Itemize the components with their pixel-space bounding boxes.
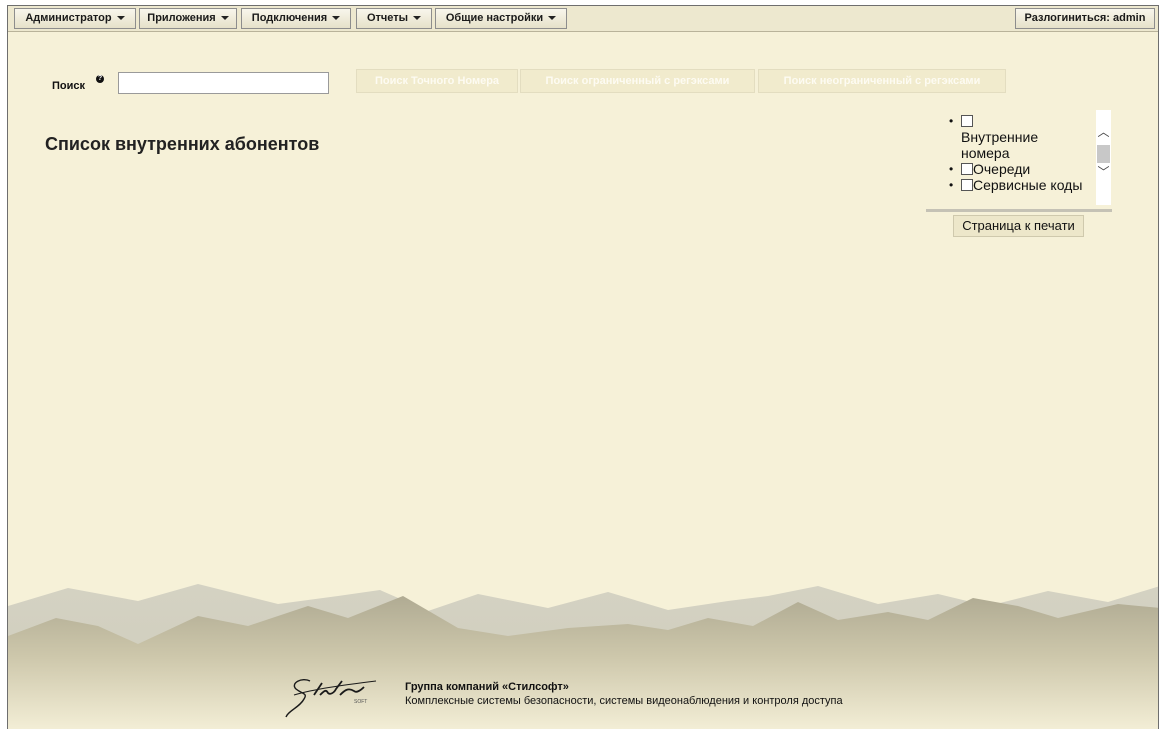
chevron-up-icon[interactable]: ︿: [1096, 124, 1111, 140]
menu-item-label: Общие настройки: [445, 12, 544, 24]
footer-tagline: Комплексные системы безопасности, систем…: [405, 695, 843, 707]
bullet-icon: •: [949, 162, 954, 176]
filter-box: • Внутренние номера • Очереди • Сервисны…: [928, 110, 1111, 211]
filter-list: • Внутренние номера • Очереди • Сервисны…: [928, 110, 1096, 205]
caret-down-icon: [413, 16, 422, 21]
bullet-icon: •: [949, 114, 954, 128]
menu-item-reports[interactable]: Отчеты: [356, 8, 432, 29]
menu-item-label: Отчеты: [366, 12, 409, 24]
filter-label-queues: Очереди: [973, 161, 1031, 177]
filter-label-extensions: Внутренние номера: [961, 129, 1039, 161]
caret-down-icon: [332, 16, 341, 21]
menu-item-label: Администратор: [25, 12, 112, 24]
caret-down-icon: [548, 16, 557, 21]
filter-item-extensions: • Внутренние номера: [928, 113, 1096, 161]
exact-number-search-button[interactable]: Поиск Точного Номера: [356, 69, 518, 93]
bullet-icon: •: [949, 178, 954, 192]
page-frame: Администратор Приложения Подключения Отч…: [7, 5, 1159, 729]
search-input[interactable]: [118, 72, 329, 94]
menu-item-applications[interactable]: Приложения: [139, 8, 237, 29]
logout-label: Разлогиниться: admin: [1024, 12, 1146, 24]
logout-button[interactable]: Разлогиниться: admin: [1015, 8, 1155, 29]
logo-sub-text: SOFT: [354, 699, 367, 705]
filter-item-service-codes: • Сервисные коды: [928, 177, 1096, 193]
footer-company-name: Группа компаний «Стилсофт»: [405, 681, 569, 693]
checkbox-extensions[interactable]: [961, 115, 973, 127]
caret-down-icon: [116, 16, 125, 21]
menu-item-label: Приложения: [147, 12, 216, 24]
menu-item-general-settings[interactable]: Общие настройки: [435, 8, 567, 29]
help-icon[interactable]: ?: [96, 75, 104, 83]
top-menu-bar: Администратор Приложения Подключения Отч…: [8, 6, 1158, 32]
menu-item-label: Подключения: [251, 12, 328, 24]
menu-item-connections[interactable]: Подключения: [241, 8, 351, 29]
filter-label-service-codes: Сервисные коды: [973, 177, 1083, 193]
unlimited-regex-search-button[interactable]: Поиск неограниченный с регэксами: [758, 69, 1006, 93]
page-title: Список внутренних абонентов: [45, 134, 320, 154]
limited-regex-search-button[interactable]: Поиск ограниченный с регэксами: [520, 69, 755, 93]
chevron-down-icon[interactable]: ﹀: [1096, 164, 1111, 180]
search-label: Поиск: [52, 80, 86, 92]
stilsoft-logo: SOFT: [285, 679, 377, 718]
checkbox-service-codes[interactable]: [961, 179, 973, 191]
print-page-button[interactable]: Страница к печати: [953, 215, 1084, 237]
filter-scrollbar[interactable]: ︿ ﹀: [1096, 110, 1111, 205]
filter-divider: [926, 209, 1112, 212]
checkbox-queues[interactable]: [961, 163, 973, 175]
filter-item-queues: • Очереди: [928, 161, 1096, 177]
caret-down-icon: [220, 16, 229, 21]
menu-item-administrator[interactable]: Администратор: [14, 8, 136, 29]
scroll-thumb[interactable]: [1097, 145, 1110, 163]
